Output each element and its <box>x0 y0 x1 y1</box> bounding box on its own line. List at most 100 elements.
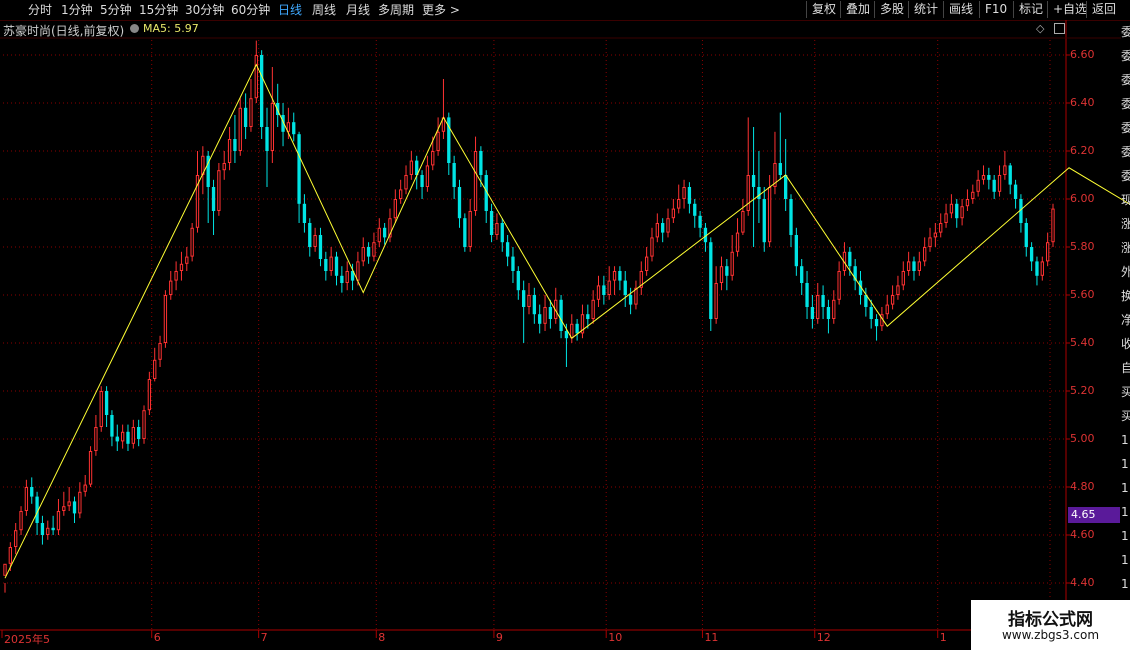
candle-body <box>313 235 317 247</box>
candle <box>992 175 996 199</box>
candle-body <box>591 299 595 319</box>
candle <box>543 295 547 331</box>
quote-panel-char: 外 <box>1121 265 1130 279</box>
candle-body <box>356 261 360 281</box>
candle <box>67 487 71 511</box>
candle-body <box>345 271 349 283</box>
candle-body <box>933 232 938 238</box>
candle <box>206 151 210 223</box>
candle <box>110 410 114 447</box>
candle <box>634 280 638 310</box>
candle-body <box>1040 261 1044 276</box>
candle-body <box>805 283 809 307</box>
candle <box>88 446 93 487</box>
candle-body <box>735 232 740 252</box>
candle <box>222 151 226 180</box>
x-tick-label: 2025年5 <box>4 633 50 646</box>
candle-body <box>1024 223 1028 247</box>
candle <box>313 227 317 252</box>
candle-body <box>51 527 55 531</box>
candlestick-chart <box>0 20 1130 638</box>
candle-body <box>147 379 152 411</box>
candle-body <box>559 299 563 331</box>
candle-body <box>399 189 403 199</box>
candle <box>928 227 932 252</box>
candle-body <box>725 266 729 276</box>
candle-body <box>586 314 590 319</box>
x-tick-label: 6 <box>153 631 161 644</box>
candle <box>56 499 61 535</box>
candle <box>853 259 857 291</box>
candle <box>366 242 371 264</box>
candle-body <box>682 187 686 199</box>
quote-panel-char: 收 <box>1121 337 1130 351</box>
candle-body <box>40 523 45 535</box>
candle-body <box>800 266 804 283</box>
y-tick-label: 6.20 <box>1070 144 1095 157</box>
quote-panel-char: 委 <box>1121 169 1130 183</box>
candle <box>99 386 103 432</box>
candle <box>489 203 494 243</box>
candle-body <box>794 235 799 267</box>
candle-body <box>8 547 13 564</box>
candle-body <box>532 295 537 315</box>
candle <box>618 266 622 291</box>
quote-panel-char: 1 <box>1121 457 1129 471</box>
candle-body <box>1035 261 1039 276</box>
candle <box>463 213 467 252</box>
candle <box>473 136 478 216</box>
candle <box>115 424 119 451</box>
candle-body <box>997 175 1002 192</box>
candle <box>452 155 456 199</box>
candle-body <box>655 223 659 238</box>
candle-body <box>329 256 333 272</box>
x-tick-label: 1 <box>939 631 947 644</box>
candle-body <box>505 242 510 257</box>
x-tick-label: 10 <box>608 631 623 644</box>
candle-body <box>516 271 520 291</box>
candle-body <box>810 307 815 319</box>
candle-body <box>366 247 371 257</box>
candle <box>628 287 633 315</box>
candle <box>687 182 692 214</box>
candle <box>120 424 125 449</box>
candle <box>270 67 275 163</box>
candle <box>554 287 558 324</box>
candle-body <box>30 487 34 497</box>
quote-panel-char: 涨 <box>1121 241 1130 255</box>
candle-body <box>896 285 900 295</box>
candle-body <box>671 208 676 219</box>
candle-body <box>489 211 494 235</box>
candle <box>457 179 462 228</box>
candle <box>682 179 686 209</box>
candle <box>778 112 782 180</box>
candle-body <box>543 307 547 324</box>
candle <box>185 247 189 271</box>
candle <box>292 112 296 142</box>
candle <box>789 194 793 247</box>
candle <box>249 79 253 132</box>
candle <box>1013 179 1018 209</box>
candle-body <box>425 165 430 187</box>
candle <box>126 424 130 451</box>
candle <box>227 127 232 171</box>
candle <box>137 419 141 447</box>
candle-body <box>67 501 71 507</box>
candle-body <box>837 271 841 300</box>
candle <box>698 211 702 238</box>
candle-body <box>548 307 553 319</box>
candle <box>372 232 376 262</box>
candle-body <box>789 199 793 235</box>
candle-body <box>468 211 472 247</box>
candle <box>987 167 991 190</box>
candle <box>40 515 45 545</box>
candle <box>949 194 954 219</box>
candle-body <box>62 506 66 512</box>
candle-body <box>56 511 61 531</box>
candle-body <box>778 163 782 175</box>
quote-panel-char: 1 <box>1121 529 1129 543</box>
candle <box>3 563 7 593</box>
candle-body <box>538 314 542 324</box>
candle-body <box>719 266 724 284</box>
candle <box>965 189 970 211</box>
